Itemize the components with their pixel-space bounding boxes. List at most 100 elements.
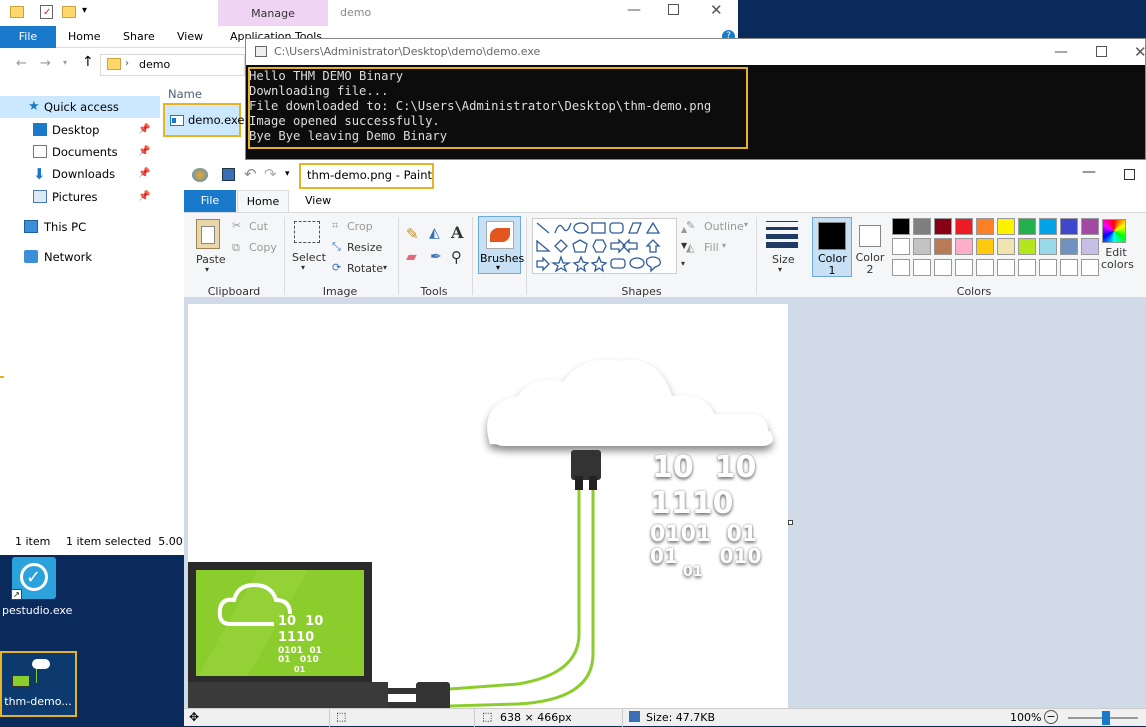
brushes-button[interactable]: Brushes ▾ <box>478 216 524 274</box>
up-icon[interactable]: ↑ <box>82 54 94 70</box>
eraser-icon[interactable]: ▰ <box>406 249 417 265</box>
crop-button[interactable]: Crop <box>347 220 373 233</box>
chevron-down-icon[interactable]: ▾ <box>744 220 748 229</box>
palette-swatch-red[interactable] <box>955 218 973 235</box>
new-folder-icon[interactable] <box>62 6 76 18</box>
size-button[interactable]: Size <box>772 253 795 266</box>
palette-swatch-custom[interactable] <box>1018 259 1036 276</box>
minimize-icon[interactable]: — <box>1054 39 1068 65</box>
tab-home[interactable]: Home <box>68 30 100 43</box>
paste-button[interactable]: Paste <box>196 253 226 266</box>
undo-icon[interactable]: ↶ <box>244 165 257 183</box>
color-wheel-icon[interactable] <box>1102 219 1126 243</box>
select-icon[interactable] <box>294 221 320 243</box>
more-shapes-icon[interactable]: ▾ <box>681 259 685 268</box>
color1-button[interactable]: Color 1 <box>812 217 852 277</box>
minimize-icon[interactable]: — <box>1082 164 1096 180</box>
copy-button[interactable]: Copy <box>249 241 277 254</box>
chevron-down-icon[interactable]: ▾ <box>778 265 782 274</box>
tab-view[interactable]: View <box>177 30 203 43</box>
maximize-icon[interactable] <box>668 4 679 15</box>
tab-file[interactable]: File <box>0 26 56 48</box>
fill-bucket-icon[interactable]: ◭ <box>429 225 440 241</box>
palette-swatch-brown[interactable] <box>934 238 952 255</box>
nav-quick-access[interactable]: ★ Quick access <box>0 96 160 118</box>
palette-swatch-yellow[interactable] <box>997 218 1015 235</box>
pin-icon[interactable]: 📌 <box>138 163 150 185</box>
resize-button[interactable]: Resize <box>347 241 382 254</box>
pin-icon[interactable]: 📌 <box>138 186 150 208</box>
column-name-header[interactable]: Name <box>168 87 202 101</box>
palette-swatch-dark-red[interactable] <box>934 218 952 235</box>
outline-button[interactable]: Outline <box>704 220 744 233</box>
rotate-button[interactable]: Rotate <box>347 262 383 275</box>
palette-swatch-custom[interactable] <box>1060 259 1078 276</box>
desktop-icon-pestudio[interactable]: ✓ ↗ pestudio.exe <box>2 555 72 620</box>
pin-icon[interactable]: 📌 <box>138 141 150 163</box>
fill-button[interactable]: Fill <box>704 241 719 254</box>
nav-downloads[interactable]: ⬇ Downloads 📌 <box>0 163 160 185</box>
palette-swatch-gold[interactable] <box>976 238 994 255</box>
image-canvas[interactable]: 10 10 1110 0101 01 01 010 01 10 10 1110 … <box>188 304 788 710</box>
palette-swatch-orange[interactable] <box>976 218 994 235</box>
nav-network[interactable]: Network <box>0 246 160 268</box>
pin-icon[interactable]: 📌 <box>138 119 150 141</box>
manage-tab[interactable]: Manage <box>218 0 328 28</box>
palette-swatch-custom[interactable] <box>934 259 952 276</box>
color-picker-icon[interactable]: ✒ <box>430 249 442 265</box>
pencil-icon[interactable]: ✎ <box>406 225 419 243</box>
desktop-icon-thm-demo[interactable]: thm-demo... <box>0 651 77 717</box>
edit-colors-button[interactable]: Edit colors <box>1101 247 1134 271</box>
palette-swatch-light-yellow[interactable] <box>997 238 1015 255</box>
magnifier-icon[interactable]: ⚲ <box>451 248 462 266</box>
palette-swatch-white[interactable] <box>892 238 910 255</box>
minimize-icon[interactable]: — <box>627 2 641 18</box>
nav-desktop[interactable]: Desktop 📌 <box>0 119 160 141</box>
size-icon[interactable] <box>766 221 798 248</box>
palette-swatch-blue-gray[interactable] <box>1060 238 1078 255</box>
address-field[interactable]: › demo <box>100 54 245 76</box>
zoom-out-icon[interactable]: − <box>1044 710 1058 724</box>
zoom-slider-thumb[interactable] <box>1102 711 1110 725</box>
palette-swatch-custom[interactable] <box>892 259 910 276</box>
color2-button[interactable]: Color 2 <box>854 217 890 277</box>
palette-swatch-indigo[interactable] <box>1060 218 1078 235</box>
recent-locations-icon[interactable]: ▾ <box>63 58 67 67</box>
palette-swatch-black[interactable] <box>892 218 910 235</box>
chevron-down-icon[interactable]: ▾ <box>383 263 387 272</box>
maximize-icon[interactable] <box>1096 46 1107 57</box>
palette-swatch-custom[interactable] <box>955 259 973 276</box>
palette-swatch-purple[interactable] <box>1081 218 1099 235</box>
palette-swatch-turquoise[interactable] <box>1039 218 1057 235</box>
palette-swatch-custom[interactable] <box>997 259 1015 276</box>
palette-swatch-light-turquoise[interactable] <box>1039 238 1057 255</box>
palette-swatch-light-gray[interactable] <box>913 238 931 255</box>
tab-home[interactable]: Home <box>237 190 289 213</box>
close-icon[interactable]: ✕ <box>710 1 723 19</box>
palette-swatch-custom[interactable] <box>1081 259 1099 276</box>
tab-view[interactable]: View <box>305 194 331 207</box>
file-demo-exe[interactable]: demo.exe <box>163 103 244 137</box>
palette-swatch-lime[interactable] <box>1018 238 1036 255</box>
chevron-down-icon[interactable]: ▾ <box>301 263 305 272</box>
palette-swatch-lavender[interactable] <box>1081 238 1099 255</box>
tab-file[interactable]: File <box>184 190 236 212</box>
paste-icon[interactable] <box>196 219 220 249</box>
palette-swatch-rose[interactable] <box>955 238 973 255</box>
back-icon[interactable]: ← <box>16 56 27 71</box>
palette-swatch-green[interactable] <box>1018 218 1036 235</box>
chevron-down-icon[interactable]: ▾ <box>722 241 726 250</box>
maximize-icon[interactable] <box>1124 169 1135 180</box>
palette-swatch-gray[interactable] <box>913 218 931 235</box>
nav-documents[interactable]: Documents 📌 <box>0 141 160 163</box>
cut-button[interactable]: Cut <box>249 220 268 233</box>
canvas-resize-handle[interactable] <box>788 520 793 525</box>
palette-swatch-custom[interactable] <box>1039 259 1057 276</box>
redo-icon[interactable]: ↷ <box>264 165 277 183</box>
text-tool-icon[interactable]: A <box>451 223 463 242</box>
palette-swatch-custom[interactable] <box>976 259 994 276</box>
chevron-down-icon[interactable]: ▾ <box>205 265 209 274</box>
shapes-gallery[interactable] <box>532 218 677 274</box>
close-icon[interactable]: ✕ <box>1134 39 1146 65</box>
forward-icon[interactable]: → <box>40 56 51 71</box>
